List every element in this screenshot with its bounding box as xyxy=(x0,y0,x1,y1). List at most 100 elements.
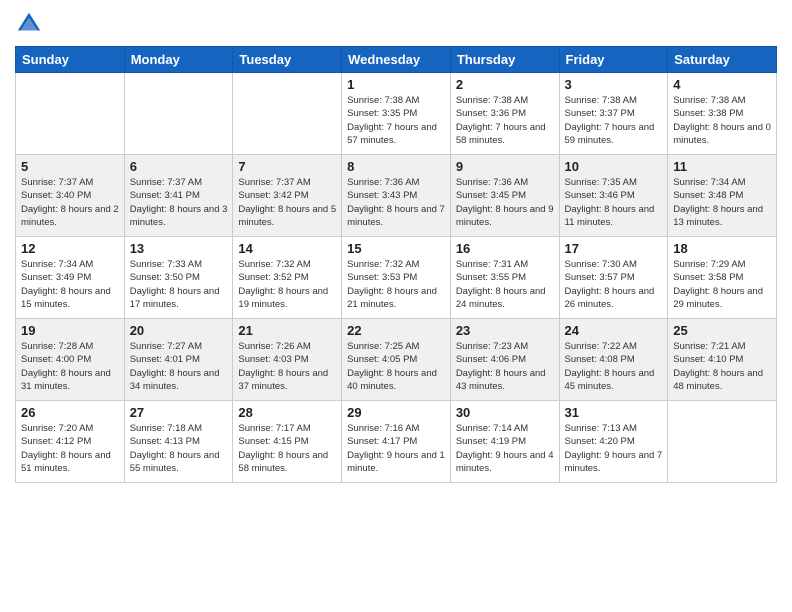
day-info: Sunrise: 7:25 AM Sunset: 4:05 PM Dayligh… xyxy=(347,340,445,393)
day-info: Sunrise: 7:32 AM Sunset: 3:53 PM Dayligh… xyxy=(347,258,445,311)
day-info: Sunrise: 7:34 AM Sunset: 3:49 PM Dayligh… xyxy=(21,258,119,311)
day-number: 1 xyxy=(347,77,445,92)
day-number: 29 xyxy=(347,405,445,420)
calendar-cell: 13 Sunrise: 7:33 AM Sunset: 3:50 PM Dayli… xyxy=(124,237,233,319)
day-number: 21 xyxy=(238,323,336,338)
day-info: Sunrise: 7:27 AM Sunset: 4:01 PM Dayligh… xyxy=(130,340,228,393)
day-info: Sunrise: 7:14 AM Sunset: 4:19 PM Dayligh… xyxy=(456,422,554,475)
day-info: Sunrise: 7:18 AM Sunset: 4:13 PM Dayligh… xyxy=(130,422,228,475)
calendar-cell: 25Sunrise: 7:21 AM Sunset: 4:10 PM Dayli… xyxy=(668,319,777,401)
weekday-header: Monday xyxy=(124,47,233,73)
calendar-cell xyxy=(124,73,233,155)
calendar-cell: 10 Sunrise: 7:35 AM Sunset: 3:46 PM Dayli… xyxy=(559,155,668,237)
day-info: Sunrise: 7:16 AM Sunset: 4:17 PM Dayligh… xyxy=(347,422,445,475)
calendar-cell: 24 Sunrise: 7:22 AM Sunset: 4:08 PM Dayli… xyxy=(559,319,668,401)
day-info: Sunrise: 7:37 AM Sunset: 3:42 PM Dayligh… xyxy=(238,176,336,229)
calendar-cell: 19 Sunrise: 7:28 AM Sunset: 4:00 PM Dayli… xyxy=(16,319,125,401)
logo-icon xyxy=(15,10,43,38)
calendar-cell: 15Sunrise: 7:32 AM Sunset: 3:53 PM Dayli… xyxy=(342,237,451,319)
day-info: Sunrise: 7:13 AM Sunset: 4:20 PM Dayligh… xyxy=(565,422,663,475)
calendar-cell: 3 Sunrise: 7:38 AM Sunset: 3:37 PM Daylig… xyxy=(559,73,668,155)
calendar-cell: 12 Sunrise: 7:34 AM Sunset: 3:49 PM Dayli… xyxy=(16,237,125,319)
day-number: 8 xyxy=(347,159,445,174)
logo xyxy=(15,10,47,38)
day-info: Sunrise: 7:17 AM Sunset: 4:15 PM Dayligh… xyxy=(238,422,336,475)
day-info: Sunrise: 7:32 AM Sunset: 3:52 PM Dayligh… xyxy=(238,258,336,311)
day-number: 17 xyxy=(565,241,663,256)
day-number: 4 xyxy=(673,77,771,92)
day-info: Sunrise: 7:38 AM Sunset: 3:37 PM Dayligh… xyxy=(565,94,663,147)
calendar-cell: 14Sunrise: 7:32 AM Sunset: 3:52 PM Dayli… xyxy=(233,237,342,319)
calendar-cell: 27 Sunrise: 7:18 AM Sunset: 4:13 PM Dayli… xyxy=(124,401,233,483)
calendar-table: SundayMondayTuesdayWednesdayThursdayFrid… xyxy=(15,46,777,483)
day-info: Sunrise: 7:38 AM Sunset: 3:38 PM Dayligh… xyxy=(673,94,771,147)
calendar-cell: 18 Sunrise: 7:29 AM Sunset: 3:58 PM Dayli… xyxy=(668,237,777,319)
weekday-header: Wednesday xyxy=(342,47,451,73)
day-info: Sunrise: 7:36 AM Sunset: 3:45 PM Dayligh… xyxy=(456,176,554,229)
day-info: Sunrise: 7:38 AM Sunset: 3:36 PM Dayligh… xyxy=(456,94,554,147)
day-number: 27 xyxy=(130,405,228,420)
day-info: Sunrise: 7:38 AM Sunset: 3:35 PM Dayligh… xyxy=(347,94,445,147)
calendar-cell: 31Sunrise: 7:13 AM Sunset: 4:20 PM Dayli… xyxy=(559,401,668,483)
day-info: Sunrise: 7:35 AM Sunset: 3:46 PM Dayligh… xyxy=(565,176,663,229)
day-number: 28 xyxy=(238,405,336,420)
calendar-container: SundayMondayTuesdayWednesdayThursdayFrid… xyxy=(0,0,792,612)
calendar-week-row: 1 Sunrise: 7:38 AM Sunset: 3:35 PM Daylig… xyxy=(16,73,777,155)
calendar-cell: 29 Sunrise: 7:16 AM Sunset: 4:17 PM Dayli… xyxy=(342,401,451,483)
day-info: Sunrise: 7:37 AM Sunset: 3:41 PM Dayligh… xyxy=(130,176,228,229)
day-number: 18 xyxy=(673,241,771,256)
day-number: 20 xyxy=(130,323,228,338)
day-info: Sunrise: 7:33 AM Sunset: 3:50 PM Dayligh… xyxy=(130,258,228,311)
calendar-cell: 9 Sunrise: 7:36 AM Sunset: 3:45 PM Daylig… xyxy=(450,155,559,237)
day-info: Sunrise: 7:23 AM Sunset: 4:06 PM Dayligh… xyxy=(456,340,554,393)
weekday-header: Tuesday xyxy=(233,47,342,73)
day-info: Sunrise: 7:28 AM Sunset: 4:00 PM Dayligh… xyxy=(21,340,119,393)
day-number: 16 xyxy=(456,241,554,256)
day-number: 25 xyxy=(673,323,771,338)
day-info: Sunrise: 7:36 AM Sunset: 3:43 PM Dayligh… xyxy=(347,176,445,229)
calendar-cell: 22 Sunrise: 7:25 AM Sunset: 4:05 PM Dayli… xyxy=(342,319,451,401)
day-number: 12 xyxy=(21,241,119,256)
weekday-header: Saturday xyxy=(668,47,777,73)
day-info: Sunrise: 7:20 AM Sunset: 4:12 PM Dayligh… xyxy=(21,422,119,475)
day-info: Sunrise: 7:22 AM Sunset: 4:08 PM Dayligh… xyxy=(565,340,663,393)
calendar-cell xyxy=(16,73,125,155)
calendar-cell xyxy=(233,73,342,155)
calendar-cell: 7 Sunrise: 7:37 AM Sunset: 3:42 PM Daylig… xyxy=(233,155,342,237)
day-number: 11 xyxy=(673,159,771,174)
day-info: Sunrise: 7:29 AM Sunset: 3:58 PM Dayligh… xyxy=(673,258,771,311)
day-number: 26 xyxy=(21,405,119,420)
calendar-cell: 1 Sunrise: 7:38 AM Sunset: 3:35 PM Daylig… xyxy=(342,73,451,155)
day-number: 23 xyxy=(456,323,554,338)
day-number: 10 xyxy=(565,159,663,174)
weekday-header: Thursday xyxy=(450,47,559,73)
day-number: 9 xyxy=(456,159,554,174)
calendar-cell: 8 Sunrise: 7:36 AM Sunset: 3:43 PM Daylig… xyxy=(342,155,451,237)
calendar-cell: 5Sunrise: 7:37 AM Sunset: 3:40 PM Daylig… xyxy=(16,155,125,237)
day-number: 24 xyxy=(565,323,663,338)
weekday-header-row: SundayMondayTuesdayWednesdayThursdayFrid… xyxy=(16,47,777,73)
calendar-cell: 28 Sunrise: 7:17 AM Sunset: 4:15 PM Dayli… xyxy=(233,401,342,483)
calendar-cell: 20 Sunrise: 7:27 AM Sunset: 4:01 PM Dayli… xyxy=(124,319,233,401)
day-number: 3 xyxy=(565,77,663,92)
day-number: 22 xyxy=(347,323,445,338)
day-number: 7 xyxy=(238,159,336,174)
calendar-cell: 11 Sunrise: 7:34 AM Sunset: 3:48 PM Dayli… xyxy=(668,155,777,237)
day-info: Sunrise: 7:26 AM Sunset: 4:03 PM Dayligh… xyxy=(238,340,336,393)
day-number: 5 xyxy=(21,159,119,174)
day-number: 19 xyxy=(21,323,119,338)
calendar-cell: 6Sunrise: 7:37 AM Sunset: 3:41 PM Daylig… xyxy=(124,155,233,237)
calendar-cell xyxy=(668,401,777,483)
calendar-week-row: 5Sunrise: 7:37 AM Sunset: 3:40 PM Daylig… xyxy=(16,155,777,237)
calendar-cell: 17Sunrise: 7:30 AM Sunset: 3:57 PM Dayli… xyxy=(559,237,668,319)
day-info: Sunrise: 7:31 AM Sunset: 3:55 PM Dayligh… xyxy=(456,258,554,311)
calendar-cell: 16 Sunrise: 7:31 AM Sunset: 3:55 PM Dayli… xyxy=(450,237,559,319)
weekday-header: Sunday xyxy=(16,47,125,73)
calendar-cell: 21 Sunrise: 7:26 AM Sunset: 4:03 PM Dayli… xyxy=(233,319,342,401)
calendar-cell: 30 Sunrise: 7:14 AM Sunset: 4:19 PM Dayli… xyxy=(450,401,559,483)
day-number: 13 xyxy=(130,241,228,256)
day-number: 30 xyxy=(456,405,554,420)
day-info: Sunrise: 7:34 AM Sunset: 3:48 PM Dayligh… xyxy=(673,176,771,229)
calendar-cell: 2Sunrise: 7:38 AM Sunset: 3:36 PM Daylig… xyxy=(450,73,559,155)
calendar-week-row: 26 Sunrise: 7:20 AM Sunset: 4:12 PM Dayli… xyxy=(16,401,777,483)
